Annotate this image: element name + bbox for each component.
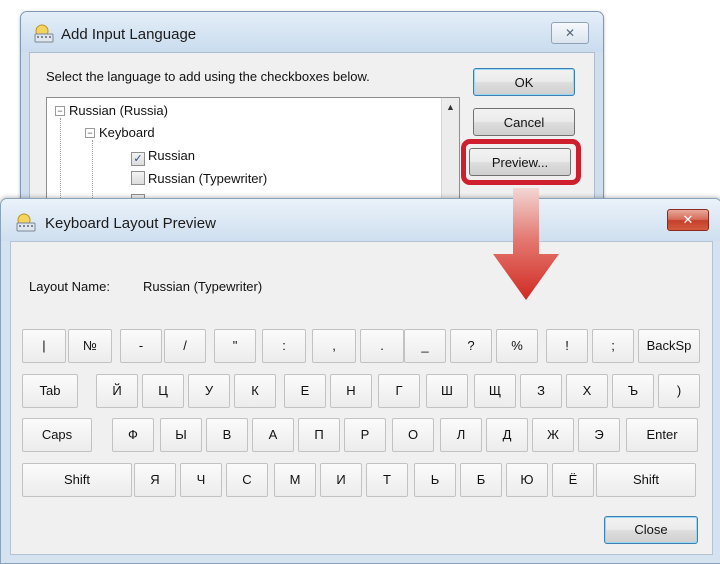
key-3-8: Б bbox=[460, 463, 502, 497]
collapse-icon[interactable]: − bbox=[85, 128, 95, 138]
key-1-5: Е bbox=[284, 374, 326, 408]
key-3-5: И bbox=[320, 463, 362, 497]
instruction-text: Select the language to add using the che… bbox=[46, 69, 370, 84]
key-2-7: О bbox=[392, 418, 434, 452]
dialog-title: Add Input Language bbox=[61, 26, 197, 43]
key-3-0: Shift bbox=[22, 463, 132, 497]
key-2-0: Caps bbox=[22, 418, 92, 452]
key-2-1: Ф bbox=[112, 418, 154, 452]
key-0-10: % bbox=[496, 329, 538, 363]
layout-name-value: Russian (Typewriter) bbox=[143, 279, 263, 294]
key-0-7: . bbox=[360, 329, 404, 363]
scroll-up-icon[interactable]: ▲ bbox=[446, 102, 455, 112]
tree-node-language[interactable]: − Russian (Russia) bbox=[55, 103, 168, 118]
key-0-3: / bbox=[164, 329, 206, 363]
key-3-11: Shift bbox=[596, 463, 696, 497]
tree-item-russian[interactable]: ✓ Russian bbox=[131, 148, 195, 166]
tree-item-label: Russian (Typewriter) bbox=[148, 171, 268, 186]
close-dialog-button[interactable]: Close bbox=[604, 516, 698, 544]
key-3-9: Ю bbox=[506, 463, 548, 497]
tree-item-russian-typewriter[interactable]: Russian (Typewriter) bbox=[131, 171, 267, 186]
key-1-1: Й bbox=[96, 374, 138, 408]
title-bar: Add Input Language ✕ bbox=[21, 12, 603, 52]
key-1-2: Ц bbox=[142, 374, 184, 408]
key-2-2: Ы bbox=[160, 418, 202, 452]
key-0-13: BackSp bbox=[638, 329, 700, 363]
key-0-4: " bbox=[214, 329, 256, 363]
layout-name-label: Layout Name: bbox=[29, 279, 110, 294]
key-1-0: Tab bbox=[22, 374, 78, 408]
key-0-0: | bbox=[22, 329, 66, 363]
key-2-8: Л bbox=[440, 418, 482, 452]
key-3-2: Ч bbox=[180, 463, 222, 497]
dialog-title: Keyboard Layout Preview bbox=[45, 215, 216, 232]
key-0-6: , bbox=[312, 329, 356, 363]
key-0-9: ? bbox=[450, 329, 492, 363]
key-3-4: М bbox=[274, 463, 316, 497]
key-2-11: Э bbox=[578, 418, 620, 452]
preview-highlight-outline bbox=[461, 139, 581, 185]
keyboard-icon bbox=[15, 213, 37, 233]
key-1-13: ) bbox=[658, 374, 700, 408]
cancel-button[interactable]: Cancel bbox=[473, 108, 575, 136]
keyboard-icon bbox=[33, 24, 55, 44]
close-button[interactable]: ✕ bbox=[551, 22, 589, 44]
key-0-5: : bbox=[262, 329, 306, 363]
key-1-4: К bbox=[234, 374, 276, 408]
key-1-10: З bbox=[520, 374, 562, 408]
tree-node-label: Russian (Russia) bbox=[69, 103, 168, 118]
key-1-3: У bbox=[188, 374, 230, 408]
collapse-icon[interactable]: − bbox=[55, 106, 65, 116]
key-2-9: Д bbox=[486, 418, 528, 452]
key-1-9: Щ bbox=[474, 374, 516, 408]
key-2-3: В bbox=[206, 418, 248, 452]
key-2-5: П bbox=[298, 418, 340, 452]
key-1-8: Ш bbox=[426, 374, 468, 408]
checkbox-unchecked[interactable] bbox=[131, 171, 145, 185]
key-2-10: Ж bbox=[532, 418, 574, 452]
key-0-12: ; bbox=[592, 329, 634, 363]
key-0-11: ! bbox=[546, 329, 588, 363]
key-2-4: А bbox=[252, 418, 294, 452]
title-bar: Keyboard Layout Preview ✕ bbox=[1, 199, 720, 241]
key-0-1: № bbox=[68, 329, 112, 363]
ok-button[interactable]: OK bbox=[473, 68, 575, 96]
key-1-7: Г bbox=[378, 374, 420, 408]
key-1-12: Ъ bbox=[612, 374, 654, 408]
key-0-8: _ bbox=[404, 329, 446, 363]
key-1-6: Н bbox=[330, 374, 372, 408]
key-2-6: Р bbox=[344, 418, 386, 452]
tree-node-label: Keyboard bbox=[99, 125, 155, 140]
key-1-11: Х bbox=[566, 374, 608, 408]
tree-item-label: Russian bbox=[148, 148, 195, 163]
key-3-6: Т bbox=[366, 463, 408, 497]
key-3-3: С bbox=[226, 463, 268, 497]
close-button[interactable]: ✕ bbox=[667, 209, 709, 231]
checkbox-checked[interactable]: ✓ bbox=[131, 152, 145, 166]
arrow-down-icon bbox=[493, 188, 559, 300]
tree-node-keyboard[interactable]: − Keyboard bbox=[85, 125, 155, 140]
key-0-2: - bbox=[120, 329, 162, 363]
key-2-12: Enter bbox=[626, 418, 698, 452]
key-3-7: Ь bbox=[414, 463, 456, 497]
key-3-1: Я bbox=[134, 463, 176, 497]
key-3-10: Ё bbox=[552, 463, 594, 497]
